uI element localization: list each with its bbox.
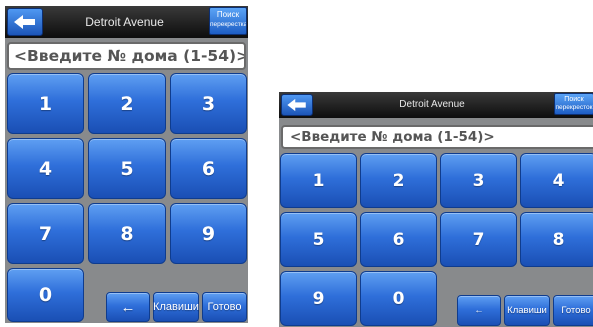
portrait-screen: Detroit Avenue Поиск перекрестка <Введит…: [5, 6, 248, 323]
key-0[interactable]: 0: [360, 271, 437, 326]
key-0[interactable]: 0: [7, 268, 84, 322]
house-number-input[interactable]: <Введите № дома (1-54)>: [281, 125, 593, 149]
key-9[interactable]: 9: [280, 271, 357, 326]
key-8[interactable]: 8: [520, 212, 593, 267]
key-2[interactable]: 2: [88, 73, 166, 134]
key-2[interactable]: 2: [360, 153, 437, 208]
arrow-left-icon: [14, 15, 35, 29]
top-bar: Detroit Avenue Поиск перекрестка: [5, 6, 248, 38]
find-intersection-button[interactable]: Поиск перекрестка: [209, 7, 247, 35]
key-7[interactable]: 7: [440, 212, 517, 267]
key-1[interactable]: 1: [280, 153, 357, 208]
back-button[interactable]: [281, 94, 313, 116]
key-7[interactable]: 7: [7, 203, 84, 264]
key-4[interactable]: 4: [7, 138, 84, 199]
key-6[interactable]: 6: [170, 138, 247, 199]
backspace-button[interactable]: ←: [106, 292, 150, 322]
key-3[interactable]: 3: [170, 73, 247, 134]
key-9[interactable]: 9: [170, 203, 247, 264]
backspace-button[interactable]: ←: [457, 295, 501, 326]
key-8[interactable]: 8: [88, 203, 166, 264]
street-name: Detroit Avenue: [85, 15, 164, 29]
keyboard-button[interactable]: Клавиши: [504, 295, 550, 326]
arrow-left-icon: [287, 98, 306, 112]
key-5[interactable]: 5: [280, 212, 357, 267]
find-button-line2: перекрестка: [210, 21, 247, 28]
find-button-line1: Поиск: [564, 96, 584, 103]
back-button[interactable]: [7, 8, 43, 36]
top-bar: Detroit Avenue Поиск перекресток: [279, 92, 593, 118]
find-intersection-button[interactable]: Поиск перекресток: [554, 93, 593, 115]
key-6[interactable]: 6: [360, 212, 437, 267]
landscape-screen: Detroit Avenue Поиск перекресток <Введит…: [279, 92, 593, 327]
done-button[interactable]: Готово: [553, 295, 593, 326]
key-4[interactable]: 4: [520, 153, 593, 208]
find-button-line1: Поиск: [216, 10, 240, 19]
find-button-line2: перекресток: [555, 104, 593, 111]
house-number-input[interactable]: <Введите № дома (1-54)>: [7, 42, 246, 70]
keyboard-button[interactable]: Клавиши: [153, 292, 199, 322]
key-1[interactable]: 1: [7, 73, 84, 134]
done-button[interactable]: Готово: [202, 292, 247, 322]
key-3[interactable]: 3: [440, 153, 517, 208]
key-5[interactable]: 5: [88, 138, 166, 199]
street-name: Detroit Avenue: [399, 99, 465, 110]
